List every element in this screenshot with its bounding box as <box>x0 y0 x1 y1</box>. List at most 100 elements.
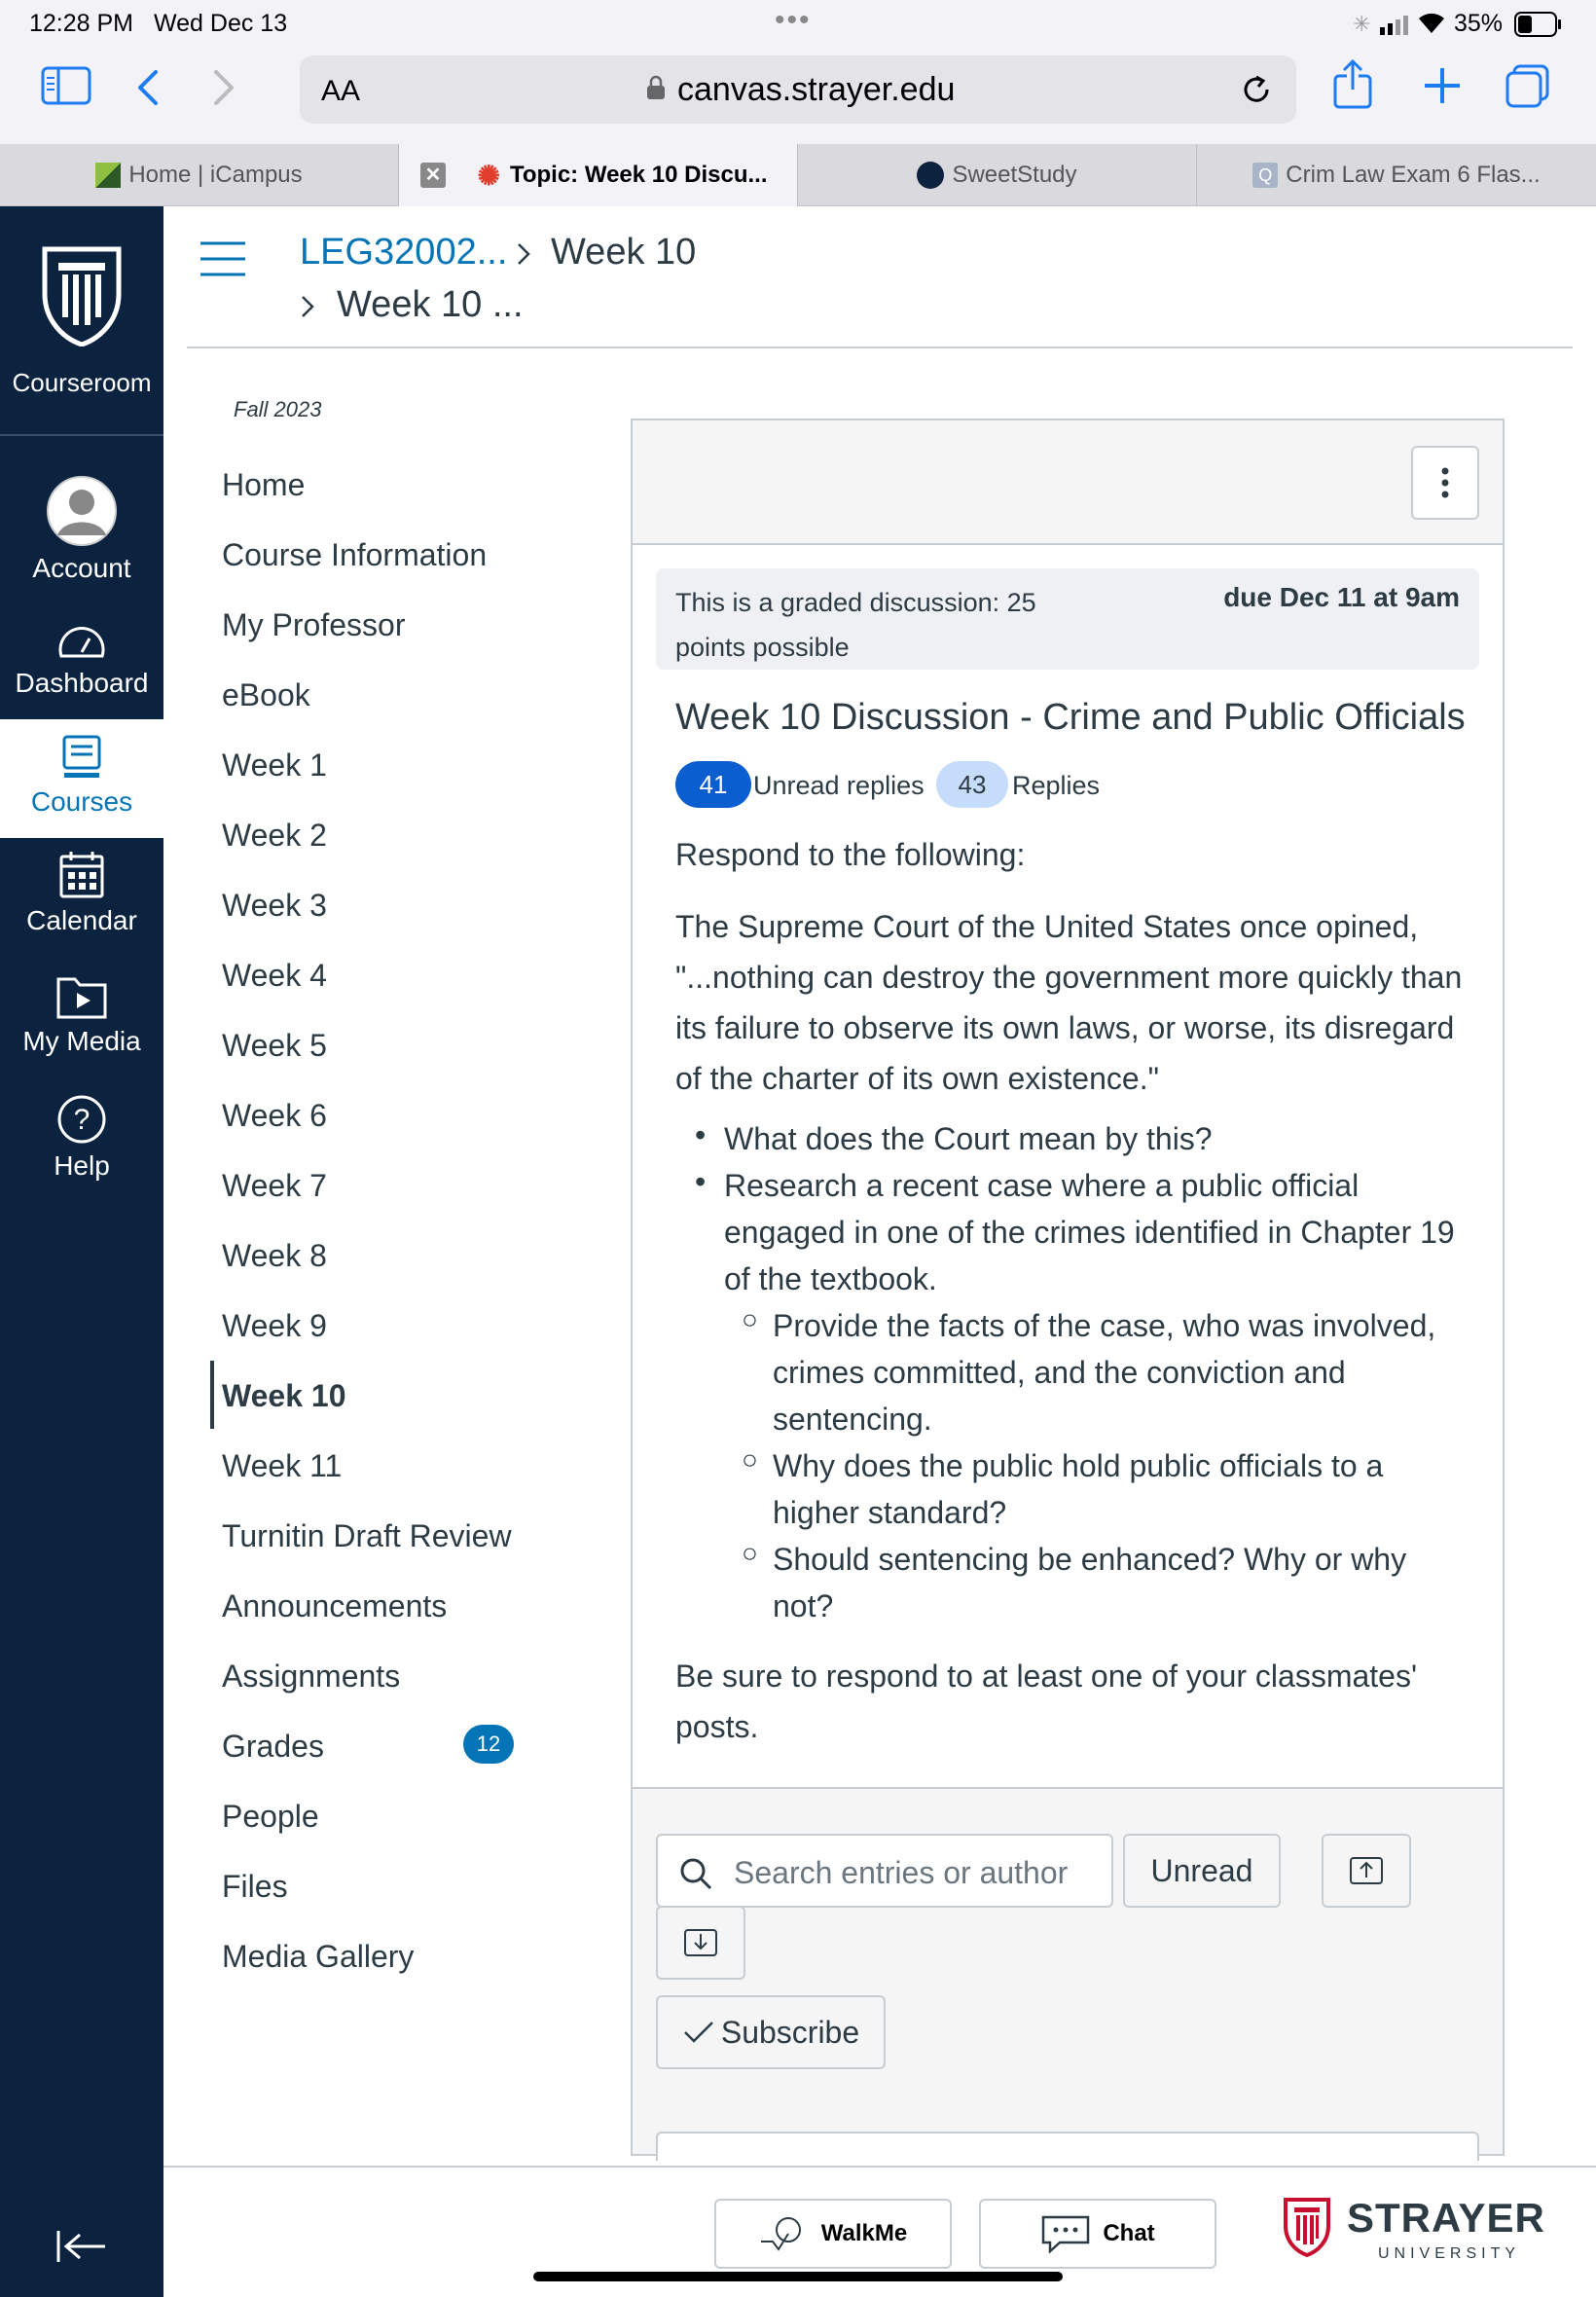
course-nav-week-9[interactable]: Week 9 <box>222 1308 327 1344</box>
chat-button[interactable]: Chat <box>979 2199 1216 2269</box>
nav-courses[interactable]: Courses <box>0 734 163 818</box>
calendar-icon <box>59 852 104 898</box>
url-text[interactable]: canvas.strayer.edu <box>677 71 955 109</box>
replies-count-badge: 43 <box>936 761 1008 808</box>
text-size-button[interactable]: AA <box>321 75 360 108</box>
close-tab-icon[interactable]: ✕ <box>420 163 446 188</box>
nav-dashboard[interactable]: Dashboard <box>0 623 163 699</box>
download-arrow-icon <box>684 1929 717 1956</box>
grades-badge: 12 <box>463 1725 514 1764</box>
options-menu-button[interactable] <box>1411 446 1479 520</box>
course-nav-home[interactable]: Home <box>222 467 305 503</box>
search-input[interactable]: Search entries or author <box>656 1834 1113 1908</box>
nav-help[interactable]: ? Help <box>0 1094 163 1182</box>
prompt-closing: Be sure to respond to at least one of yo… <box>675 1659 1418 1744</box>
course-nav-assignments[interactable]: Assignments <box>222 1659 400 1695</box>
chevron-right-icon <box>300 294 315 324</box>
strayer-shield-icon <box>42 246 122 346</box>
nav-calendar[interactable]: Calendar <box>0 851 163 936</box>
breadcrumb-course-link[interactable]: LEG32002... <box>300 232 507 273</box>
nav-label: Help <box>54 1150 110 1181</box>
sort-ascending-button[interactable] <box>1322 1834 1411 1908</box>
bullet-dot: • <box>695 1164 707 1199</box>
course-nav-week-4[interactable]: Week 4 <box>222 958 327 994</box>
address-bar[interactable]: AA canvas.strayer.edu <box>300 55 1296 124</box>
tab-home-icampus[interactable]: Home | iCampus <box>0 144 399 206</box>
status-time: 12:28 PM <box>29 10 134 37</box>
canvas-favicon-icon: ✺ <box>477 160 500 191</box>
prompt-sub-bullet-1: Provide the facts of the case, who was i… <box>773 1308 1436 1437</box>
more-dots-icon[interactable]: ••• <box>775 4 812 37</box>
chat-bubble-icon <box>1042 2215 1090 2253</box>
course-nav-week-5[interactable]: Week 5 <box>222 1028 327 1064</box>
course-nav-turnitin[interactable]: Turnitin Draft Review <box>222 1518 512 1554</box>
course-nav-announcements[interactable]: Announcements <box>222 1588 447 1624</box>
reply-entry-edge <box>656 2132 1479 2161</box>
hamburger-icon[interactable] <box>199 239 247 283</box>
active-indicator <box>210 1361 214 1429</box>
nav-account[interactable]: Account <box>0 475 163 584</box>
tab-discussion[interactable]: ✕ ✺ Topic: Week 10 Discu... <box>399 144 798 206</box>
nav-my-media[interactable]: My Media <box>0 971 163 1057</box>
course-nav-week-8[interactable]: Week 8 <box>222 1238 327 1274</box>
nav-label: Account <box>32 553 131 583</box>
new-tab-icon[interactable] <box>1423 66 1462 110</box>
nav-courseroom[interactable]: Courseroom <box>0 245 163 398</box>
search-icon <box>679 1857 712 1895</box>
help-icon: ? <box>57 1095 106 1144</box>
back-icon[interactable] <box>136 68 160 112</box>
forward-icon[interactable] <box>212 68 236 112</box>
chat-label: Chat <box>1103 2220 1155 2246</box>
course-nav-week-2[interactable]: Week 2 <box>222 818 327 854</box>
collapse-nav-icon[interactable] <box>54 2227 109 2271</box>
course-nav-ebook[interactable]: eBook <box>222 677 310 713</box>
course-nav-course-information[interactable]: Course Information <box>222 537 487 573</box>
tab-bar: Home | iCampus ✕ ✺ Topic: Week 10 Discu.… <box>0 144 1596 206</box>
prompt-bullet-1: What does the Court mean by this? <box>724 1121 1213 1156</box>
course-nav-week-3[interactable]: Week 3 <box>222 888 327 924</box>
walkme-label: WalkMe <box>820 2220 908 2246</box>
nav-label: Courseroom <box>12 368 152 397</box>
course-nav-people[interactable]: People <box>222 1799 319 1835</box>
graded-info-box: This is a graded discussion: 25 points p… <box>656 568 1479 670</box>
subscribe-button[interactable]: Subscribe <box>656 1995 886 2069</box>
unread-count-badge: 41 <box>675 761 751 808</box>
dashboard-icon <box>58 626 105 658</box>
unread-filter-button[interactable]: Unread <box>1123 1834 1281 1908</box>
course-nav-media-gallery[interactable]: Media Gallery <box>222 1939 414 1975</box>
sub-bullet-circle: ○ <box>742 1538 758 1568</box>
course-nav-week-11[interactable]: Week 11 <box>222 1448 342 1484</box>
discussion-title: Week 10 Discussion - Crime and Public Of… <box>675 697 1466 738</box>
course-nav-grades[interactable]: Grades <box>222 1729 324 1765</box>
tabs-overview-icon[interactable] <box>1505 64 1551 114</box>
course-nav-week-7[interactable]: Week 7 <box>222 1168 327 1204</box>
course-nav-week-10[interactable]: Week 10 <box>222 1378 346 1414</box>
course-nav-week-1[interactable]: Week 1 <box>222 747 327 784</box>
share-icon[interactable] <box>1331 58 1374 116</box>
reload-icon[interactable] <box>1240 73 1273 111</box>
chevron-right-icon <box>516 241 531 272</box>
walkme-button[interactable]: WalkMe <box>714 2199 952 2269</box>
tab-sweetstudy[interactable]: SweetStudy <box>798 144 1197 206</box>
nav-label: Calendar <box>26 905 137 935</box>
replies-label: Replies <box>1012 771 1101 800</box>
divider <box>187 346 1573 348</box>
status-date: Wed Dec 13 <box>154 10 288 37</box>
breadcrumb-week-link[interactable]: Week 10 <box>551 232 696 273</box>
tab-crim-law[interactable]: Q Crim Law Exam 6 Flas... <box>1197 144 1596 206</box>
home-indicator[interactable] <box>533 2272 1063 2281</box>
course-nav-files[interactable]: Files <box>222 1869 288 1905</box>
prompt-sub-bullet-2: Why does the public hold public official… <box>773 1448 1384 1530</box>
sidebar-toggle-icon[interactable] <box>41 66 91 110</box>
battery-percent: 35% <box>1454 10 1504 37</box>
nav-label: Dashboard <box>15 668 149 698</box>
tab-label: Topic: Week 10 Discu... <box>509 162 768 188</box>
quizlet-favicon-icon: Q <box>1252 163 1279 188</box>
battery-icon <box>1514 12 1563 44</box>
course-nav-my-professor[interactable]: My Professor <box>222 607 405 643</box>
graded-note: This is a graded discussion: 25 points p… <box>675 588 1036 662</box>
divider <box>0 434 163 436</box>
strayer-logo-text: STRAYER <box>1347 2195 1545 2241</box>
sort-descending-button[interactable] <box>656 1906 745 1980</box>
course-nav-week-6[interactable]: Week 6 <box>222 1098 327 1134</box>
